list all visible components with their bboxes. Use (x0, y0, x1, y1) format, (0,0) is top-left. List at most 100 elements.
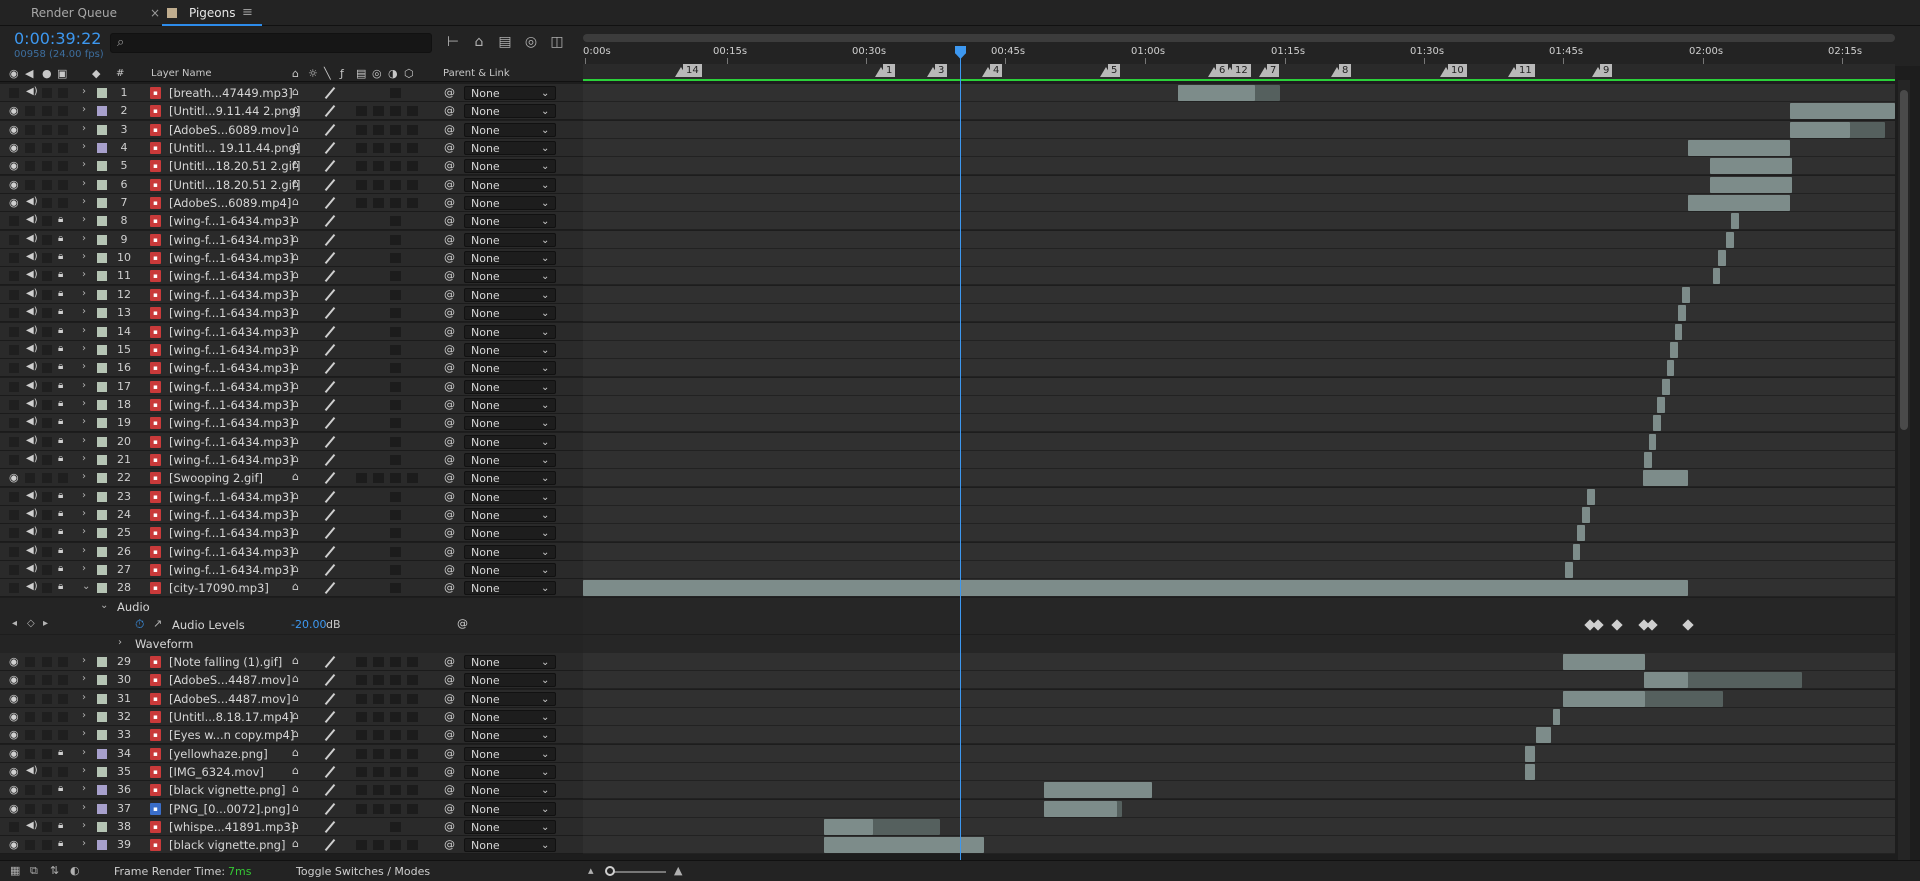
parent-dropdown[interactable]: None ⌄ (464, 508, 556, 522)
lock-switch-empty[interactable] (58, 730, 68, 740)
quality-icon[interactable] (324, 399, 336, 411)
layer-name[interactable]: [wing-f...1-6434.mp3] (169, 435, 294, 449)
solo-switch[interactable] (42, 161, 52, 171)
layer-switch[interactable] (390, 235, 401, 245)
video-switch-empty[interactable] (9, 327, 19, 337)
layer-switch[interactable] (407, 125, 418, 135)
audio-switch-empty[interactable] (25, 106, 35, 116)
layer-active-segment[interactable] (1536, 727, 1551, 743)
pick-whip-icon[interactable]: @ (444, 453, 455, 466)
eye-icon[interactable]: ◉ (9, 159, 19, 172)
layer-name[interactable]: [black vignette.png] (169, 838, 285, 852)
chevron-right-icon[interactable]: › (82, 343, 86, 354)
chevron-right-icon[interactable]: › (82, 288, 86, 299)
parent-dropdown[interactable]: None ⌄ (464, 214, 556, 228)
quality-icon[interactable] (324, 674, 336, 686)
layer-switch[interactable] (407, 840, 418, 850)
layer-name[interactable]: [wing-f...1-6434.mp3] (169, 325, 294, 339)
parent-dropdown[interactable]: None ⌄ (464, 581, 556, 595)
quality-icon[interactable] (324, 124, 336, 136)
layer-active-segment[interactable] (1577, 525, 1585, 541)
layer-switch[interactable] (390, 106, 401, 116)
render-time-icon[interactable]: ◐ (70, 864, 80, 877)
comp-flowchart-icon[interactable]: ⊢ (444, 33, 462, 51)
add-keyframe-icon[interactable]: ◇ (27, 618, 35, 629)
label-color[interactable] (97, 382, 107, 392)
keyframe-icon[interactable] (1592, 619, 1604, 631)
video-switch-empty[interactable] (9, 583, 19, 593)
quality-icon[interactable] (324, 252, 336, 264)
shy-icon[interactable]: ⌂ (292, 177, 299, 190)
layer-row[interactable]: ◀) 🔒︎ › 17 ▪ [wing-f...1-6434.mp3] ⌂ @ None ⌄ (0, 378, 583, 396)
layer-active-segment[interactable] (824, 819, 873, 835)
quality-icon[interactable] (324, 436, 336, 448)
layer-switch[interactable] (390, 547, 401, 557)
label-color[interactable] (97, 712, 107, 722)
timeline-track[interactable] (583, 488, 1895, 506)
timeline-track[interactable] (583, 818, 1895, 836)
pick-whip-icon[interactable]: @ (444, 380, 455, 393)
eye-icon[interactable]: ◉ (9, 728, 19, 741)
video-switch-empty[interactable] (9, 308, 19, 318)
solo-switch[interactable] (42, 290, 52, 300)
speaker-icon[interactable]: ◀) (26, 343, 38, 354)
layer-switch[interactable] (390, 675, 401, 685)
layer-name[interactable]: [PNG_[0...0072].png] (169, 802, 290, 816)
layer-active-segment[interactable] (1525, 746, 1535, 762)
video-switch-empty[interactable] (9, 455, 19, 465)
layer-active-segment[interactable] (1649, 434, 1656, 450)
layer-name[interactable]: [wing-f...1-6434.mp3] (169, 288, 294, 302)
layer-switch[interactable] (390, 143, 401, 153)
quality-icon[interactable] (324, 105, 336, 117)
layer-name[interactable]: [Eyes w...n copy.mp4] (169, 728, 294, 742)
layer-active-segment[interactable] (1790, 103, 1895, 119)
layer-name[interactable]: [Untitl...9.11.44 2.png] (169, 104, 300, 118)
timeline-track[interactable] (583, 157, 1895, 175)
lock-icon[interactable]: 🔒︎ (58, 416, 63, 427)
label-color[interactable] (97, 455, 107, 465)
video-switch-empty[interactable] (9, 565, 19, 575)
chevron-right-icon[interactable]: › (118, 637, 122, 648)
parent-dropdown[interactable]: None ⌄ (464, 453, 556, 467)
chevron-right-icon[interactable]: › (82, 802, 86, 813)
layer-switch[interactable] (356, 675, 367, 685)
layer-switch[interactable] (390, 473, 401, 483)
pick-whip-icon[interactable]: @ (444, 159, 455, 172)
shy-icon[interactable]: ⌂ (292, 85, 299, 98)
layer-active-segment[interactable] (1675, 324, 1682, 340)
speaker-icon[interactable]: ◀) (26, 563, 38, 574)
parent-dropdown[interactable]: None ⌄ (464, 471, 556, 485)
quality-icon[interactable] (324, 803, 336, 815)
layer-switch[interactable] (373, 198, 384, 208)
speaker-icon[interactable]: ◀) (26, 453, 38, 464)
layer-row[interactable]: ◉ › 31 ▪ [AdobeS...4487.mov] ⌂ @ None ⌄ (0, 690, 583, 708)
lock-switch-empty[interactable] (58, 106, 68, 116)
pick-whip-icon[interactable]: @ (444, 416, 455, 429)
solo-switch[interactable] (42, 510, 52, 520)
pick-whip-icon[interactable]: @ (444, 508, 455, 521)
label-color[interactable] (97, 271, 107, 281)
label-color[interactable] (97, 565, 107, 575)
shy-icon[interactable]: ⌂ (292, 379, 299, 392)
timeline-track[interactable] (583, 836, 1895, 854)
speaker-icon[interactable]: ◀) (26, 490, 38, 501)
label-color[interactable] (97, 492, 107, 502)
pick-whip-icon[interactable]: @ (444, 325, 455, 338)
layer-switch[interactable] (373, 767, 384, 777)
parent-dropdown[interactable]: None ⌄ (464, 361, 556, 375)
layer-switch[interactable] (390, 308, 401, 318)
parent-dropdown[interactable]: None ⌄ (464, 196, 556, 210)
layer-row[interactable]: ◀) 🔒︎ ⌄ 28 ▪ [city-17090.mp3] ⌂ @ None ⌄ (0, 579, 583, 597)
chevron-right-icon[interactable]: › (82, 820, 86, 831)
eye-icon[interactable]: ◉ (9, 747, 19, 760)
label-color[interactable] (97, 473, 107, 483)
video-switch-empty[interactable] (9, 290, 19, 300)
graph-icon[interactable]: ↗ (153, 617, 162, 630)
label-color[interactable] (97, 657, 107, 667)
eye-icon[interactable]: ◉ (9, 783, 19, 796)
layer-active-segment[interactable] (1713, 268, 1720, 284)
layer-name[interactable]: [wing-f...1-6434.mp3] (169, 233, 294, 247)
lock-icon[interactable]: 🔒︎ (58, 526, 63, 537)
layer-switch[interactable] (356, 125, 367, 135)
quality-icon[interactable] (324, 748, 336, 760)
